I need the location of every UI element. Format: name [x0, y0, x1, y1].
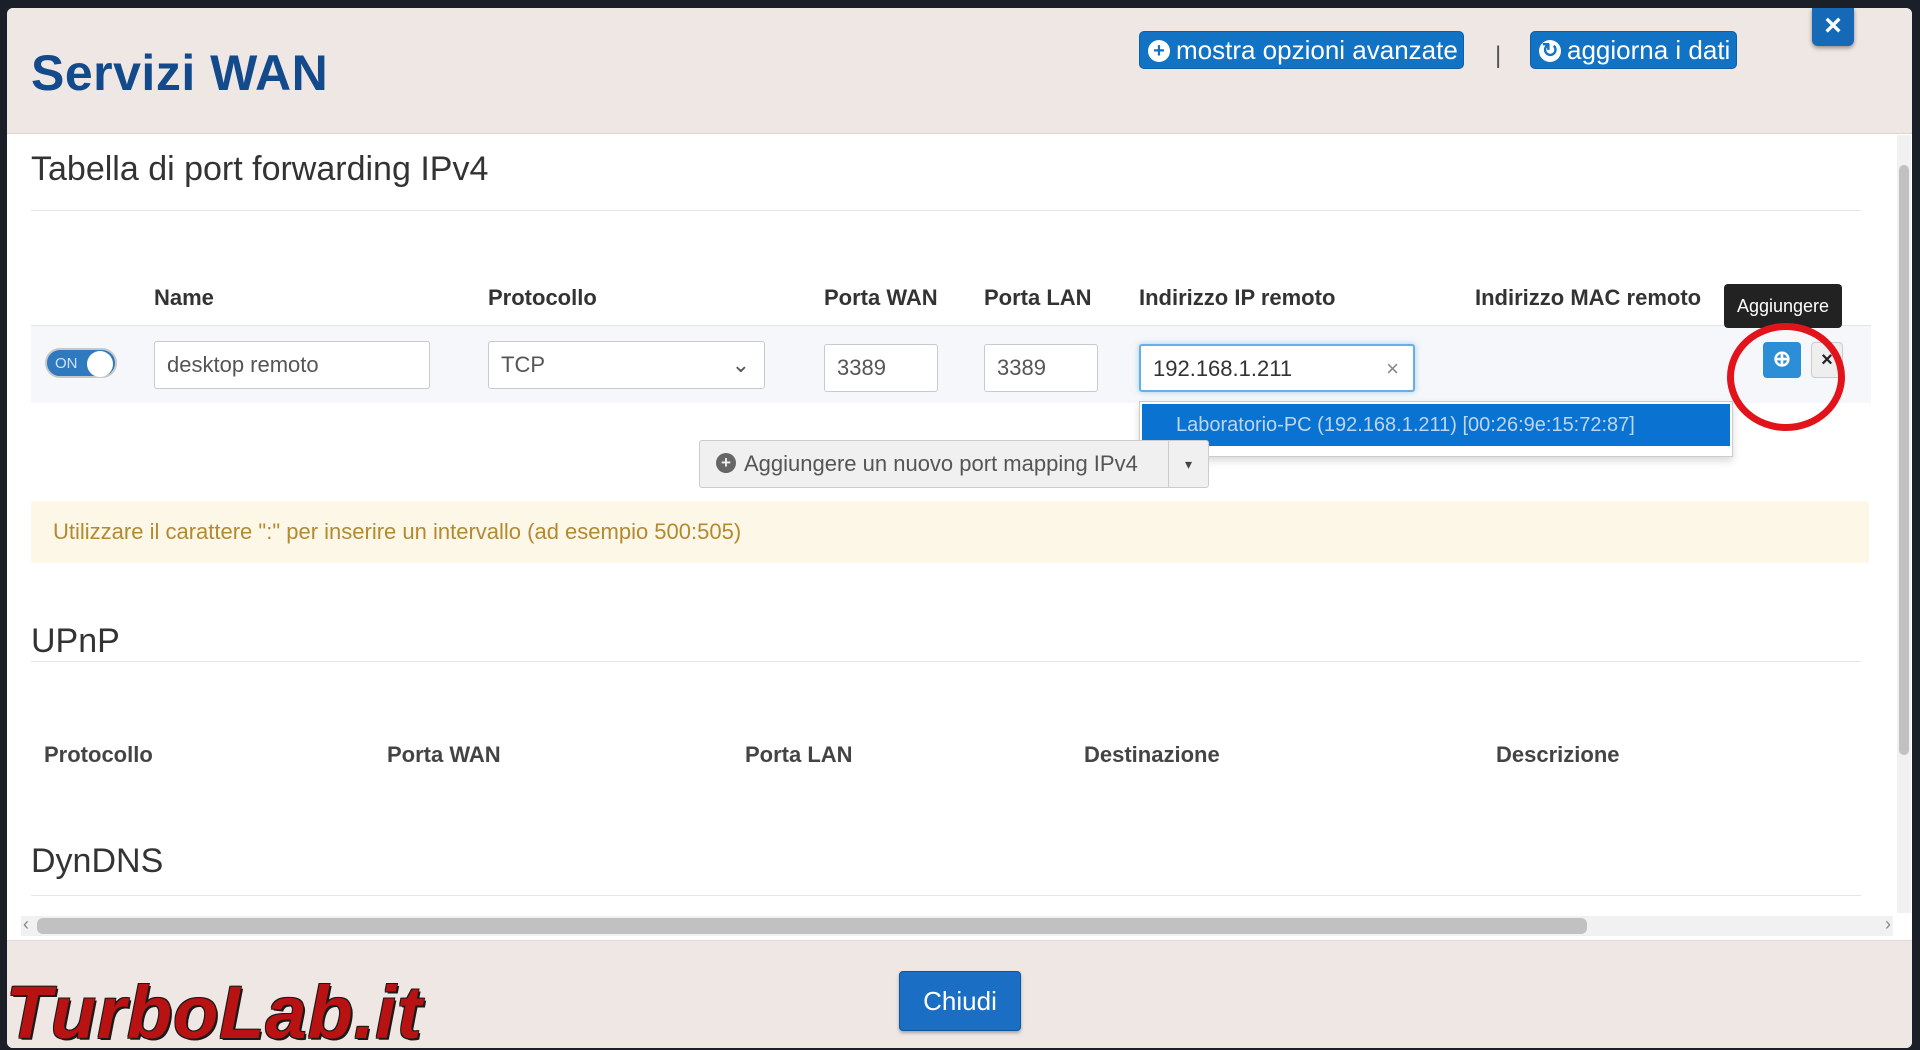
- col-lan-port: Porta LAN: [984, 285, 1092, 310]
- plus-circle-icon: +: [1148, 40, 1170, 62]
- section-divider: [31, 210, 1861, 211]
- modal-body: Tabella di port forwarding IPv4 Name Pro…: [7, 135, 1892, 913]
- plus-circle-icon: +: [716, 453, 736, 473]
- col-remote-ip: Indirizzo IP remoto: [1139, 285, 1336, 310]
- scroll-thumb[interactable]: [37, 918, 1587, 934]
- show-advanced-options-label: mostra opzioni avanzate: [1176, 35, 1458, 65]
- ip-suggestion-dropdown: Laboratorio-PC (192.168.1.211) [00:26:9e…: [1139, 401, 1733, 457]
- modal-header: Servizi WAN + mostra opzioni avanzate | …: [7, 8, 1912, 134]
- wan-port-input[interactable]: 3389: [824, 344, 938, 392]
- col-wan-port: Porta WAN: [824, 285, 938, 310]
- add-port-mapping-button[interactable]: + Aggiungere un nuovo port mapping IPv4 …: [699, 440, 1209, 488]
- protocol-select[interactable]: TCP ⌄: [488, 341, 765, 389]
- refresh-icon: ↻: [1539, 40, 1561, 62]
- toggle-label: ON: [55, 355, 78, 372]
- upnp-col-lan-port: Porta LAN: [745, 742, 853, 767]
- toggle-knob: [87, 351, 113, 377]
- scroll-thumb[interactable]: [1899, 165, 1909, 755]
- upnp-col-destination: Destinazione: [1084, 742, 1220, 767]
- remote-ip-value: 192.168.1.211: [1153, 356, 1293, 381]
- remote-ip-input[interactable]: 192.168.1.211 ×: [1139, 344, 1415, 392]
- protocol-value: TCP: [501, 352, 545, 377]
- upnp-col-description: Descrizione: [1496, 742, 1620, 767]
- header-separator: |: [1495, 42, 1502, 69]
- range-hint-alert: Utilizzare il carattere ":" per inserire…: [31, 501, 1869, 563]
- close-icon[interactable]: ×: [1812, 8, 1854, 46]
- highlight-circle: [1727, 323, 1845, 431]
- upnp-col-protocol: Protocollo: [44, 742, 153, 767]
- caret-down-icon[interactable]: ▾: [1168, 441, 1208, 487]
- section-divider: [31, 895, 1861, 896]
- turbolab-watermark: TurboLab.it: [6, 971, 423, 1050]
- chevron-left-icon[interactable]: ‹: [23, 914, 29, 935]
- col-protocol: Protocollo: [488, 285, 597, 310]
- upnp-title: UPnP: [31, 622, 120, 660]
- col-name: Name: [154, 285, 214, 310]
- section-divider: [31, 661, 1861, 662]
- chevron-right-icon[interactable]: ›: [1885, 914, 1891, 935]
- refresh-data-button[interactable]: ↻ aggiorna i dati: [1531, 32, 1736, 68]
- horizontal-scrollbar[interactable]: ‹ ›: [21, 914, 1893, 936]
- dyndns-title: DynDNS: [31, 842, 164, 880]
- name-input[interactable]: desktop remoto: [154, 341, 430, 389]
- enable-toggle[interactable]: ON: [45, 348, 117, 378]
- suggestion-item[interactable]: Laboratorio-PC (192.168.1.211) [00:26:9e…: [1142, 404, 1730, 446]
- refresh-data-label: aggiorna i dati: [1567, 35, 1731, 65]
- add-port-mapping-label: Aggiungere un nuovo port mapping IPv4: [744, 451, 1138, 476]
- close-button[interactable]: Chiudi: [899, 971, 1021, 1031]
- upnp-col-wan-port: Porta WAN: [387, 742, 501, 767]
- chevron-down-icon: ⌄: [731, 352, 750, 377]
- show-advanced-options-button[interactable]: + mostra opzioni avanzate: [1140, 32, 1463, 68]
- add-tooltip: Aggiungere: [1724, 284, 1842, 328]
- port-forwarding-title: Tabella di port forwarding IPv4: [31, 150, 489, 188]
- lan-port-input[interactable]: 3389: [984, 344, 1098, 392]
- wan-services-modal: Servizi WAN + mostra opzioni avanzate | …: [7, 8, 1912, 1048]
- col-remote-mac: Indirizzo MAC remoto: [1475, 285, 1702, 310]
- page-title: Servizi WAN: [31, 45, 329, 101]
- vertical-scrollbar[interactable]: [1897, 135, 1911, 913]
- clear-icon[interactable]: ×: [1386, 346, 1399, 390]
